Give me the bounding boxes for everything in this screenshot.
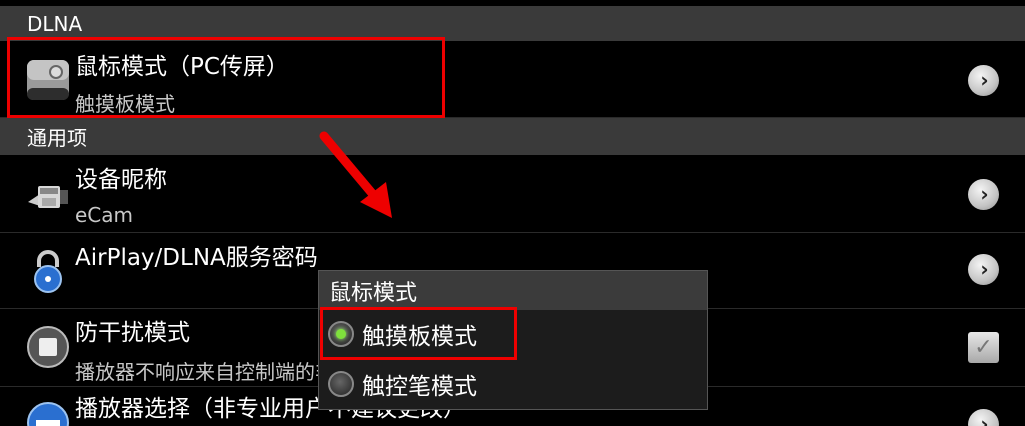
- setting-row-device-name[interactable]: 设备昵称 eCam ›: [0, 155, 1025, 233]
- row-subtitle: eCam: [75, 203, 134, 227]
- stop-circle-icon: [26, 325, 70, 369]
- player-select-icon: [26, 401, 70, 426]
- row-title: AirPlay/DLNA服务密码: [75, 245, 318, 271]
- chevron-right-icon[interactable]: ›: [968, 179, 999, 210]
- row-title: 防干扰模式: [75, 320, 190, 346]
- camcorder-icon: [26, 172, 70, 216]
- chevron-right-icon[interactable]: ›: [968, 65, 999, 96]
- section-header-label: 通用项: [27, 126, 87, 150]
- radio-unselected-icon[interactable]: [328, 371, 354, 397]
- row-title: 设备昵称: [75, 167, 167, 193]
- section-header-general: 通用项: [0, 118, 1025, 155]
- section-header-label: DLNA: [27, 11, 83, 36]
- lock-icon: [26, 249, 70, 293]
- anti-interference-checkbox[interactable]: ✓: [968, 332, 999, 363]
- dialog-option-stylus[interactable]: 触控笔模式: [319, 361, 707, 407]
- section-header-dlna: DLNA: [0, 6, 1025, 41]
- chevron-right-icon[interactable]: ›: [968, 409, 999, 426]
- dialog-title: 鼠标模式: [319, 271, 707, 310]
- highlight-box-mouse-mode: [7, 37, 445, 118]
- dialog-option-label: 触控笔模式: [362, 374, 477, 400]
- highlight-box-touchpad-option: [320, 307, 517, 360]
- annotation-arrow-icon: [319, 131, 392, 218]
- chevron-right-icon[interactable]: ›: [968, 254, 999, 285]
